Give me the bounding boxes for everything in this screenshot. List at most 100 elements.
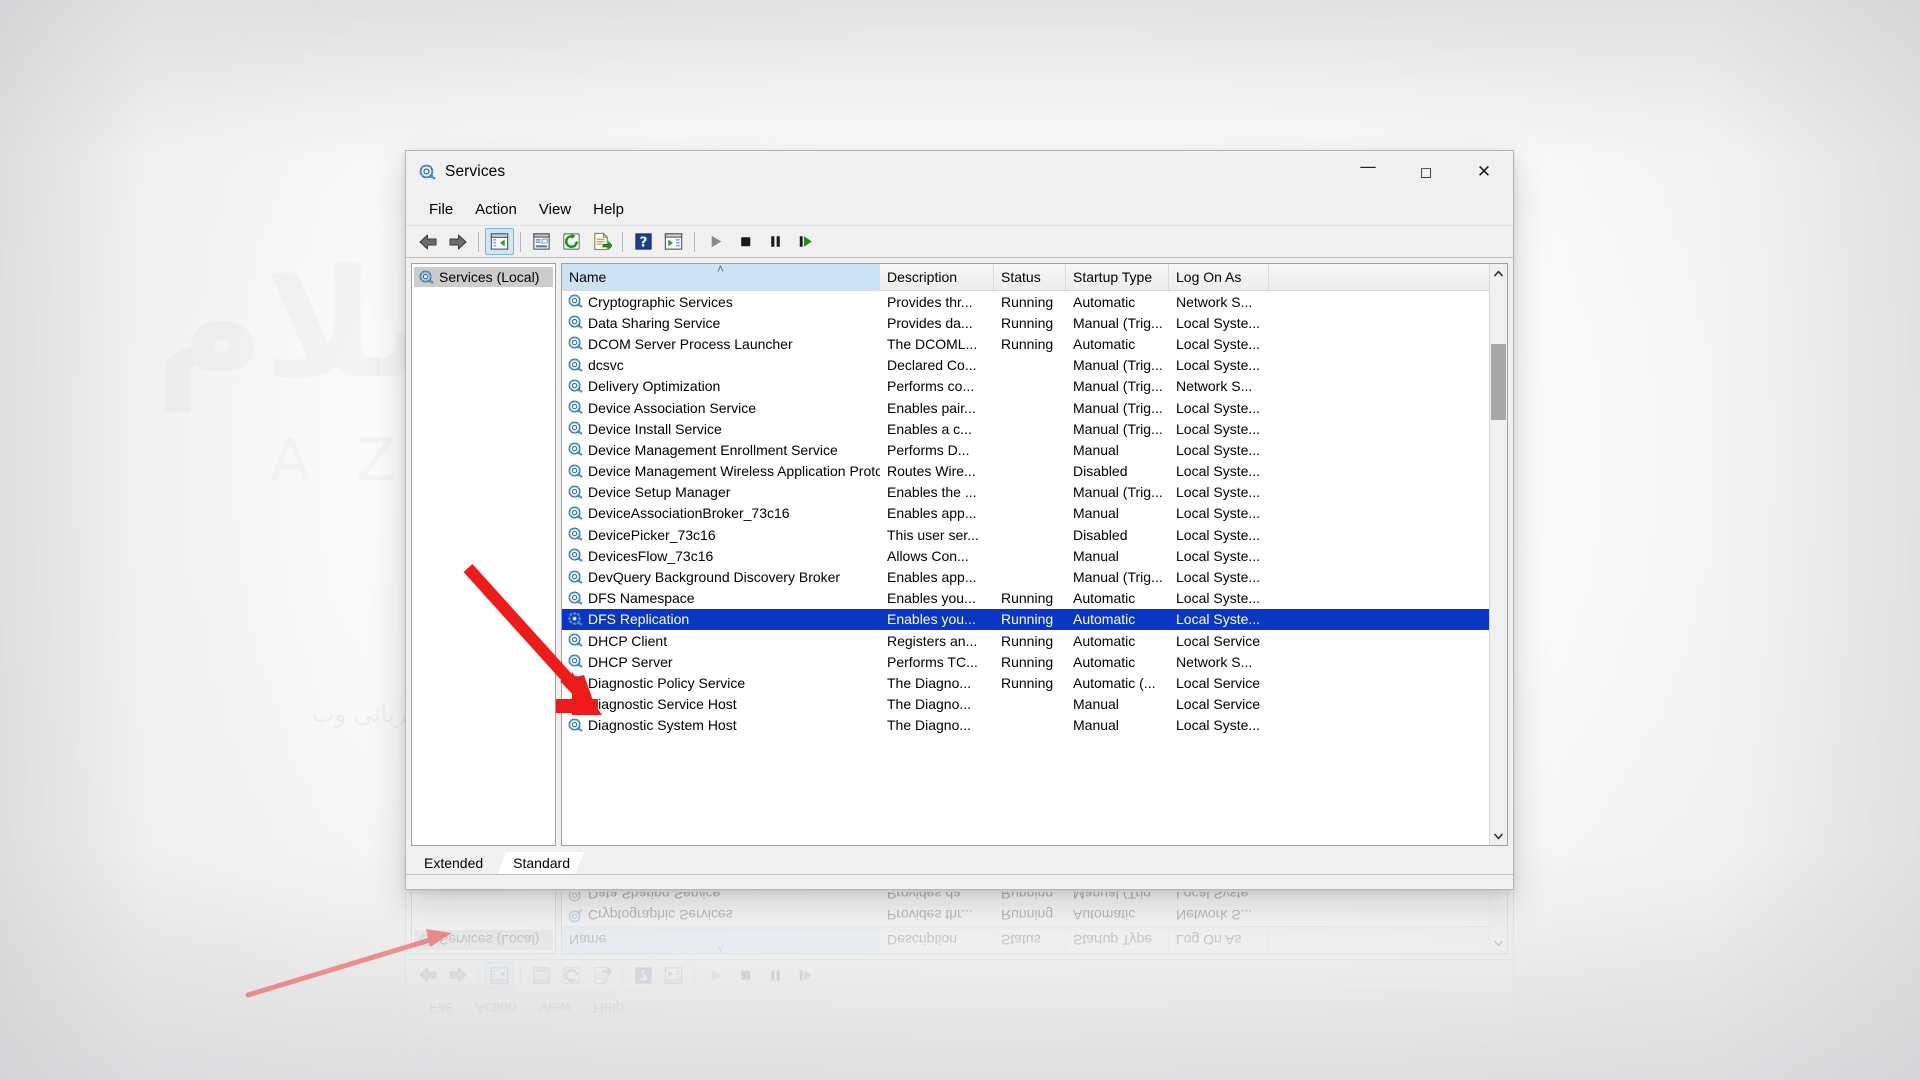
cell-description: Enables you... xyxy=(887,611,976,628)
service-gear-icon xyxy=(567,527,583,543)
menu-file[interactable]: File xyxy=(418,197,464,222)
cell-description: This user ser... xyxy=(887,526,979,543)
table-row[interactable]: Device Setup Manager Enables the ... Manua… xyxy=(562,482,1489,503)
minimize-button[interactable]: — xyxy=(1339,151,1397,193)
table-row[interactable]: DHCP Client Registers an... Running Automat… xyxy=(562,630,1489,651)
table-row[interactable]: Device Install Service Enables a c... Manu… xyxy=(562,418,1489,439)
cell-description: Registers an... xyxy=(887,632,978,649)
forward-button[interactable] xyxy=(443,228,472,255)
show-action-pane-icon xyxy=(663,231,684,252)
cell-log-on-as: Local Syste... xyxy=(1176,357,1261,374)
cell-startup-type: Manual xyxy=(1073,696,1119,713)
column-header-name[interactable]: ˄ Name xyxy=(562,264,880,290)
service-name-label: DevQuery Background Discovery Broker xyxy=(588,569,841,586)
services-gear-icon xyxy=(418,163,436,181)
forward-icon xyxy=(447,231,469,253)
start-service-button[interactable] xyxy=(701,228,730,255)
table-row[interactable]: DevicesFlow_73c16 Allows Con... Manual Loca… xyxy=(562,545,1489,566)
cell-description: Provides thr... xyxy=(887,293,973,310)
start-service-icon xyxy=(705,231,726,252)
service-name-label: DevicesFlow_73c16 xyxy=(588,547,714,564)
menu-help[interactable]: Help xyxy=(582,197,635,222)
back-button[interactable] xyxy=(413,228,442,255)
cell-description: Performs D... xyxy=(887,441,970,458)
cell-startup-type: Manual (Trig... xyxy=(1073,484,1163,501)
cell-startup-type: Manual (Trig... xyxy=(1073,569,1163,586)
window-titlebar[interactable]: Services — ◻ ✕ xyxy=(406,151,1513,193)
table-row[interactable]: dcsvc Declared Co... Manual (Trig... Local … xyxy=(562,355,1489,376)
stop-service-button[interactable] xyxy=(731,228,760,255)
table-row[interactable]: Diagnostic Service Host The Diagno... Manu… xyxy=(562,694,1489,715)
cell-status: Running xyxy=(1001,611,1054,628)
tree-item-services-local[interactable]: Services (Local) xyxy=(414,267,553,287)
stop-service-icon xyxy=(735,231,756,252)
table-row[interactable]: Delivery Optimization Performs co... Manua… xyxy=(562,376,1489,397)
table-row[interactable]: Device Association Service Enables pair..… xyxy=(562,397,1489,418)
properties-button[interactable] xyxy=(527,228,556,255)
column-header-description[interactable]: Description xyxy=(880,264,994,290)
cell-log-on-as: Network S... xyxy=(1176,653,1253,670)
show-hide-tree-button[interactable] xyxy=(485,228,514,255)
services-window[interactable]: Services — ◻ ✕ File Action View Help Ser… xyxy=(405,150,1514,890)
table-row[interactable]: DCOM Server Process Launcher The DCOML...… xyxy=(562,333,1489,354)
table-row[interactable]: DeviceAssociationBroker_73c16 Enables app… xyxy=(562,503,1489,524)
cell-description: Provides da... xyxy=(887,314,973,331)
service-gear-icon xyxy=(567,611,583,627)
cell-log-on-as: Local Service xyxy=(1176,632,1261,649)
cell-startup-type: Automatic xyxy=(1073,611,1136,628)
tab-standard[interactable]: Standard xyxy=(497,852,584,875)
close-button[interactable]: ✕ xyxy=(1455,151,1513,193)
service-gear-icon xyxy=(567,484,583,500)
column-header-status[interactable]: Status xyxy=(994,264,1066,290)
menu-action[interactable]: Action xyxy=(464,197,528,222)
menu-view[interactable]: View xyxy=(528,197,582,222)
table-row[interactable]: DHCP Server Performs TC... Running Automati… xyxy=(562,651,1489,672)
service-gear-icon xyxy=(567,696,583,712)
table-row[interactable]: DFS Namespace Enables you... Running Automa… xyxy=(562,588,1489,609)
cell-log-on-as: Local Service xyxy=(1176,696,1261,713)
table-row[interactable]: Data Sharing Service Provides da... Runnin… xyxy=(562,312,1489,333)
service-gear-icon xyxy=(567,400,583,416)
restart-service-button[interactable] xyxy=(791,228,820,255)
table-row[interactable]: DevQuery Background Discovery Broker Enab… xyxy=(562,566,1489,587)
scroll-down-button[interactable] xyxy=(1490,827,1507,845)
export-list-button[interactable] xyxy=(587,228,616,255)
cell-name: DFS Replication xyxy=(562,611,880,627)
cell-name: dcsvc xyxy=(562,357,880,373)
table-row[interactable]: Diagnostic Policy Service The Diagno... Ru… xyxy=(562,672,1489,693)
table-row[interactable]: Diagnostic System Host The Diagno... Manua… xyxy=(562,715,1489,736)
table-row[interactable]: DFS Replication Enables you... Running Auto… xyxy=(562,608,1489,630)
cell-name: Device Setup Manager xyxy=(562,484,880,500)
scroll-up-button[interactable] xyxy=(1490,264,1507,282)
column-header-startup-type[interactable]: Startup Type xyxy=(1066,264,1169,290)
cell-status: Running xyxy=(1001,590,1054,607)
service-name-label: Device Install Service xyxy=(588,420,722,437)
cell-log-on-as: Local Syste... xyxy=(1176,717,1261,734)
scrollbar-track[interactable] xyxy=(1490,282,1507,827)
table-row[interactable]: DevicePicker_73c16 This user ser... Disabl… xyxy=(562,524,1489,545)
help-button[interactable] xyxy=(629,228,658,255)
table-row[interactable]: Device Management Wireless Application P… xyxy=(562,461,1489,482)
table-row[interactable]: Device Management Enrollment Service Perf… xyxy=(562,439,1489,460)
refresh-button[interactable] xyxy=(557,228,586,255)
column-header-log-on-as[interactable]: Log On As xyxy=(1169,264,1269,290)
cell-status: Running xyxy=(1001,293,1054,310)
cell-startup-type: Automatic xyxy=(1073,335,1136,352)
cell-startup-type: Manual xyxy=(1073,505,1119,522)
cell-description: The Diagno... xyxy=(887,696,972,713)
service-name-label: DevicePicker_73c16 xyxy=(588,526,716,543)
cell-status: Running xyxy=(1001,674,1054,691)
vertical-scrollbar[interactable] xyxy=(1489,264,1507,845)
show-action-pane-button[interactable] xyxy=(659,228,688,255)
list-column-headers: ˄ Name Description Status Startup Type L… xyxy=(562,264,1489,291)
window-body: Services (Local) ˄ Name Description Stat… xyxy=(406,258,1513,846)
chevron-down-icon xyxy=(1494,833,1503,839)
services-list-rows[interactable]: Cryptographic Services Provides thr... Run… xyxy=(562,291,1489,845)
scrollbar-thumb[interactable] xyxy=(1491,344,1506,420)
service-gear-icon xyxy=(567,505,583,521)
maximize-button[interactable]: ◻ xyxy=(1397,151,1455,193)
pause-service-icon xyxy=(765,231,786,252)
table-row[interactable]: Cryptographic Services Provides thr... Run… xyxy=(562,291,1489,312)
pause-service-button[interactable] xyxy=(761,228,790,255)
tab-extended[interactable]: Extended xyxy=(408,852,497,875)
